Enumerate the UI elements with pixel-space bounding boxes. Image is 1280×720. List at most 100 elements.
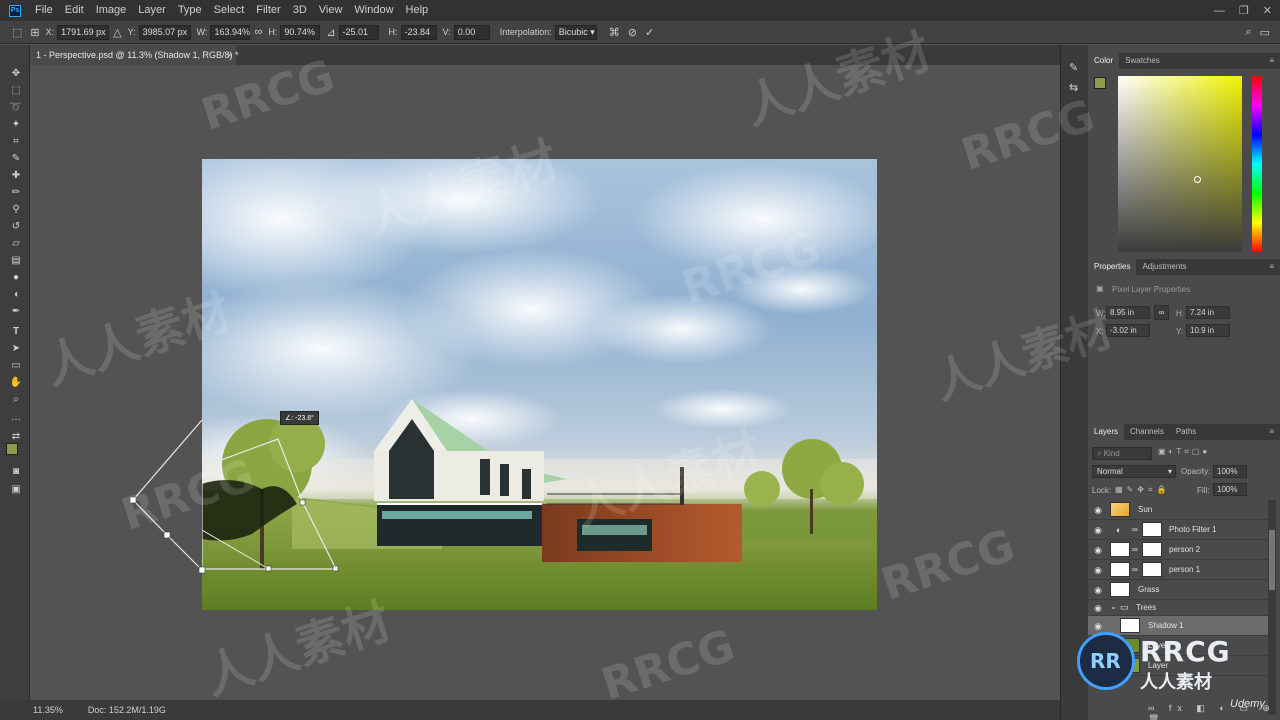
history-brush-tool-icon[interactable]: ↺ bbox=[9, 220, 23, 234]
pen-tool-icon[interactable]: ✒ bbox=[9, 305, 23, 319]
color-panel-foreground-swatch[interactable] bbox=[1094, 77, 1106, 89]
workspace-icon[interactable]: ▭ bbox=[1260, 26, 1270, 39]
gradient-tool-icon[interactable]: ▤ bbox=[9, 254, 23, 268]
brush-panel-icon[interactable]: ✎ bbox=[1069, 61, 1078, 74]
eye-icon[interactable]: ◉ bbox=[1093, 565, 1103, 575]
zoom-level[interactable]: 11.35% bbox=[33, 705, 63, 715]
warp-icon[interactable]: ⌘ bbox=[609, 26, 620, 39]
menu-help[interactable]: Help bbox=[400, 0, 435, 21]
prop-width-field[interactable]: 8.95 in bbox=[1106, 306, 1150, 319]
zoom-tool-icon[interactable]: ⌕ bbox=[9, 393, 23, 407]
prop-link-icon[interactable]: ∞ bbox=[1154, 305, 1169, 320]
x-position-field[interactable]: 1791.69 px bbox=[57, 24, 110, 40]
y-position-field[interactable]: 3985.07 px bbox=[138, 24, 191, 40]
layer-row[interactable]: ◉ ◐ ∞ Photo Filter 1 bbox=[1088, 520, 1268, 540]
layer-row[interactable]: ◉ Sun bbox=[1088, 500, 1268, 520]
tab-swatches[interactable]: Swatches bbox=[1119, 53, 1166, 69]
swap-colors-icon[interactable]: ⇄ bbox=[9, 430, 23, 444]
eyedropper-tool-icon[interactable]: ✎ bbox=[9, 152, 23, 166]
fill-field[interactable]: 100% bbox=[1213, 483, 1247, 496]
layer-filter-icons[interactable]: ▣◐T⌗▢● bbox=[1158, 447, 1210, 457]
tab-adjustments[interactable]: Adjustments bbox=[1136, 259, 1192, 275]
menu-window[interactable]: Window bbox=[348, 0, 399, 21]
layer-row[interactable]: ◉ Grass bbox=[1088, 580, 1268, 600]
document-tab[interactable]: 1 - Perspective.psd @ 11.3% (Shadow 1, R… bbox=[30, 45, 239, 65]
eye-icon[interactable]: ◉ bbox=[1093, 585, 1103, 595]
clone-stamp-tool-icon[interactable]: ⚲ bbox=[9, 203, 23, 217]
menu-select[interactable]: Select bbox=[208, 0, 251, 21]
menu-view[interactable]: View bbox=[313, 0, 349, 21]
eye-icon[interactable]: ◉ bbox=[1093, 621, 1103, 631]
menu-type[interactable]: Type bbox=[172, 0, 208, 21]
menu-layer[interactable]: Layer bbox=[132, 0, 172, 21]
layer-group-row[interactable]: ◉ ⌄ ▭ Trees bbox=[1088, 600, 1268, 616]
reference-point-icon[interactable]: ⊞ bbox=[30, 26, 39, 39]
tab-close-icon[interactable]: × bbox=[227, 45, 232, 65]
crop-tool-icon[interactable]: ⌗ bbox=[9, 135, 23, 149]
layer-filter-kind[interactable]: ⌕ Kind bbox=[1092, 447, 1152, 460]
adjust-panel-icon[interactable]: ⇆ bbox=[1069, 81, 1078, 94]
restore-icon[interactable]: ❐ bbox=[1239, 4, 1249, 17]
hue-slider[interactable] bbox=[1252, 76, 1262, 252]
layer-row[interactable]: ◉ ∞ person 2 bbox=[1088, 540, 1268, 560]
blur-tool-icon[interactable]: ● bbox=[9, 271, 23, 285]
check-icon[interactable]: ✓ bbox=[645, 26, 654, 39]
magic-wand-tool-icon[interactable]: ✦ bbox=[9, 118, 23, 132]
menu-filter[interactable]: Filter bbox=[250, 0, 286, 21]
vskew-field[interactable]: 0.00 bbox=[453, 24, 490, 40]
menu-3d[interactable]: 3D bbox=[287, 0, 313, 21]
hskew-field[interactable]: -23.84 bbox=[400, 24, 437, 40]
width-field[interactable]: 163.94% bbox=[210, 24, 251, 40]
eye-icon[interactable]: ◉ bbox=[1093, 505, 1103, 515]
color-picker-cursor[interactable] bbox=[1194, 176, 1201, 183]
delta-icon[interactable]: △ bbox=[113, 26, 121, 39]
transform-tool-icon[interactable]: ⬚ bbox=[12, 26, 22, 39]
more-tools-icon[interactable]: … bbox=[9, 411, 23, 425]
layers-scrollbar[interactable] bbox=[1268, 500, 1276, 715]
brush-tool-icon[interactable]: ✏ bbox=[9, 186, 23, 200]
architectural-rendering-image[interactable] bbox=[202, 159, 877, 610]
cancel-icon[interactable]: ⊘ bbox=[628, 26, 637, 39]
interpolation-select[interactable]: Bicubic ▾ bbox=[554, 24, 597, 40]
color-picker-field[interactable] bbox=[1118, 76, 1242, 252]
height-field[interactable]: 90.74% bbox=[280, 24, 321, 40]
layers-scrollbar-thumb[interactable] bbox=[1269, 530, 1275, 590]
prop-y-field[interactable]: 10.9 in bbox=[1186, 324, 1230, 337]
hand-tool-icon[interactable]: ✋ bbox=[9, 376, 23, 390]
menu-file[interactable]: File bbox=[29, 0, 59, 21]
mask-link-icon[interactable]: ∞ bbox=[1132, 545, 1138, 554]
transform-handles-overlay[interactable] bbox=[120, 420, 220, 580]
mask-link-icon[interactable]: ∞ bbox=[1132, 565, 1138, 574]
tab-properties[interactable]: Properties bbox=[1088, 259, 1137, 275]
prop-x-field[interactable]: -3.02 in bbox=[1106, 324, 1150, 337]
screen-mode-icon[interactable]: ▣ bbox=[9, 483, 23, 497]
eye-icon[interactable]: ◉ bbox=[1093, 603, 1103, 613]
panel-menu-icon[interactable]: ≡ bbox=[1269, 53, 1274, 69]
eye-icon[interactable]: ◉ bbox=[1093, 525, 1103, 535]
minimize-icon[interactable]: — bbox=[1214, 5, 1225, 17]
dodge-tool-icon[interactable]: ◖ bbox=[9, 288, 23, 302]
mask-link-icon[interactable]: ∞ bbox=[1132, 525, 1138, 534]
lasso-tool-icon[interactable]: ➰ bbox=[9, 101, 23, 115]
path-selection-tool-icon[interactable]: ➤ bbox=[9, 342, 23, 356]
tab-channels[interactable]: Channels bbox=[1124, 424, 1170, 440]
link-icon[interactable]: ∞ bbox=[254, 26, 262, 38]
tab-paths[interactable]: Paths bbox=[1170, 424, 1202, 440]
rectangle-tool-icon[interactable]: ▭ bbox=[9, 359, 23, 373]
tab-color[interactable]: Color bbox=[1088, 53, 1120, 69]
angle-field[interactable]: -25.01 bbox=[338, 24, 379, 40]
quick-mask-icon[interactable]: ◙ bbox=[9, 465, 23, 479]
prop-height-field[interactable]: 7.24 in bbox=[1186, 306, 1230, 319]
menu-image[interactable]: Image bbox=[90, 0, 133, 21]
properties-menu-icon[interactable]: ≡ bbox=[1269, 259, 1274, 275]
layer-row[interactable]: ◉ ∞ person 1 bbox=[1088, 560, 1268, 580]
eye-icon[interactable]: ◉ bbox=[1093, 545, 1103, 555]
marquee-tool-icon[interactable]: ⬚ bbox=[9, 84, 23, 98]
eraser-tool-icon[interactable]: ▱ bbox=[9, 237, 23, 251]
menu-edit[interactable]: Edit bbox=[59, 0, 90, 21]
opacity-field[interactable]: 100% bbox=[1213, 465, 1247, 478]
move-tool-icon[interactable]: ✥ bbox=[9, 67, 23, 81]
tab-layers[interactable]: Layers bbox=[1088, 424, 1125, 440]
layers-menu-icon[interactable]: ≡ bbox=[1269, 424, 1274, 440]
lock-icons[interactable]: ▦✎✥⌗🔒 bbox=[1115, 485, 1170, 495]
